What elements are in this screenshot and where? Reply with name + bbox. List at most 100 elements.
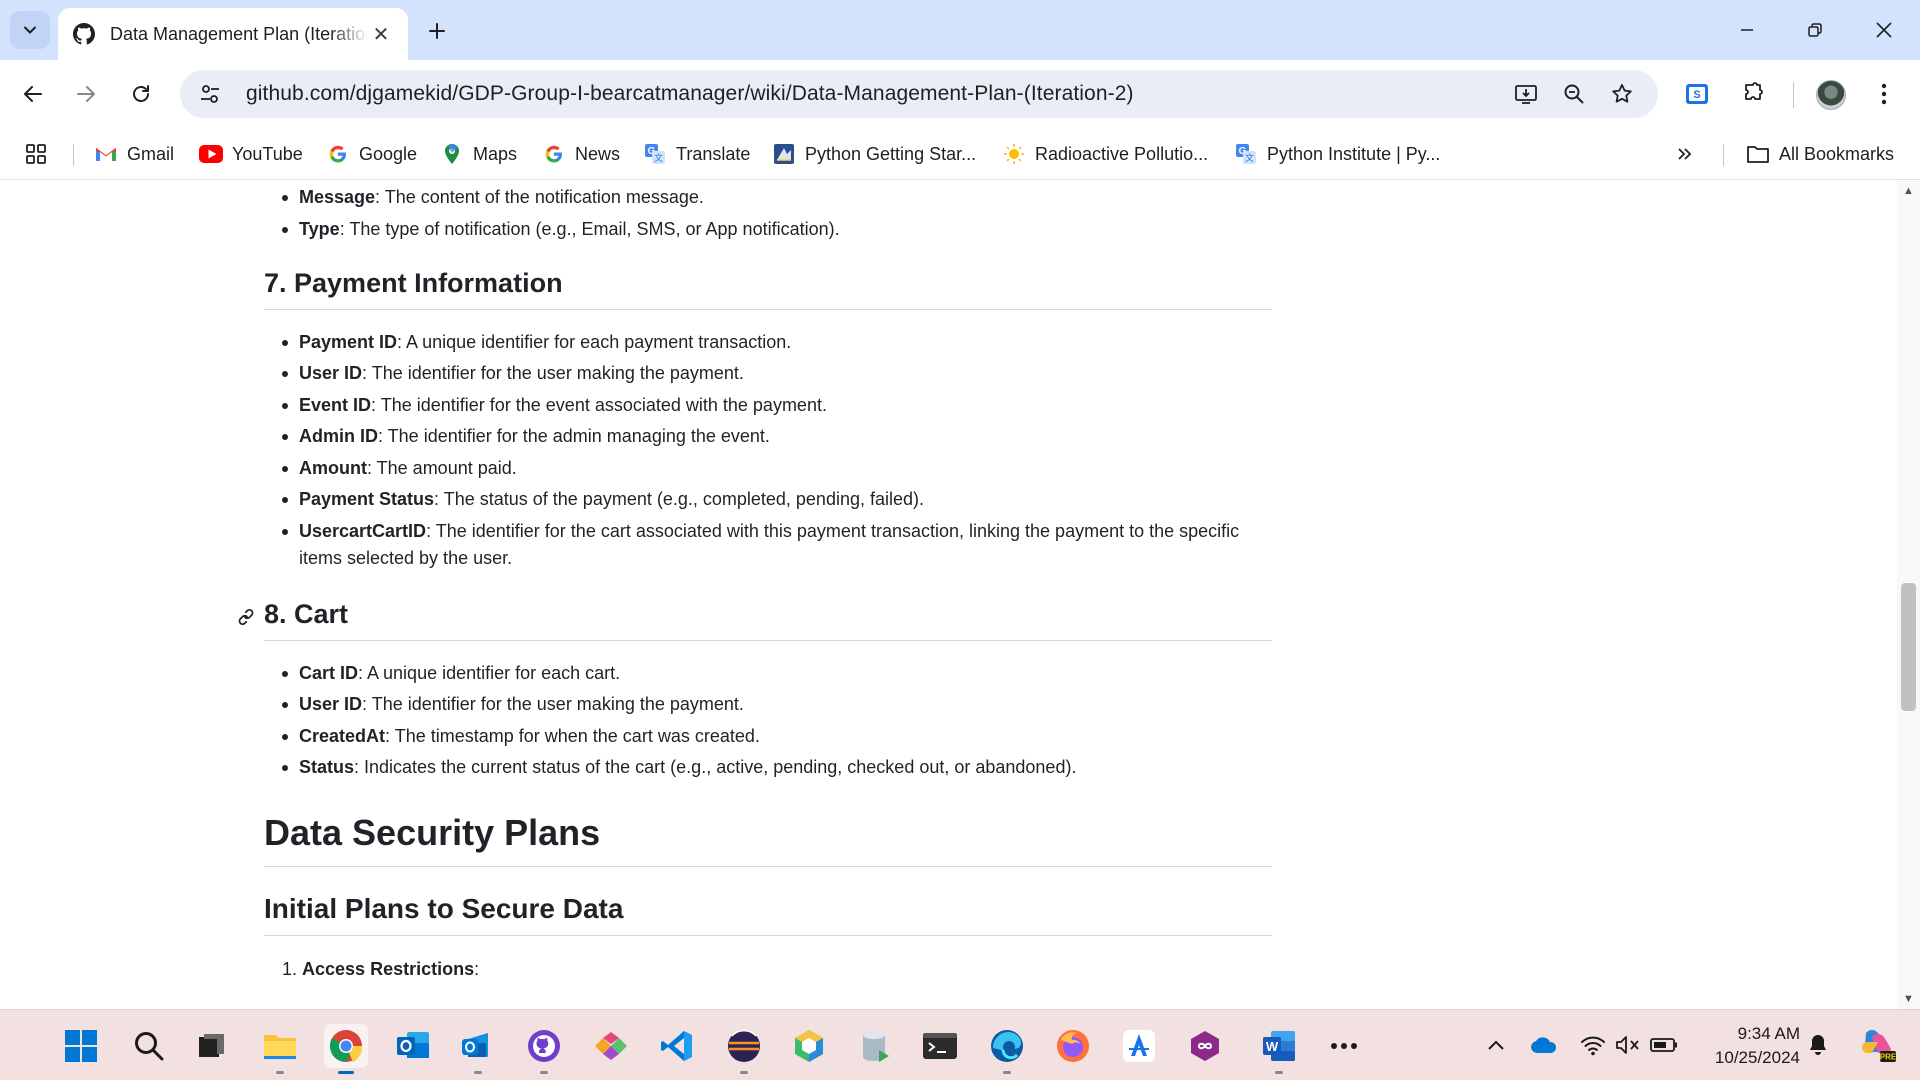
profile-avatar[interactable] (1816, 80, 1846, 110)
gitkraken-button[interactable] (589, 1024, 633, 1068)
word-button[interactable]: W (1257, 1024, 1301, 1074)
scrollbar-thumb[interactable] (1901, 583, 1916, 711)
file-explorer-button[interactable] (258, 1024, 302, 1074)
active-indicator (338, 1071, 354, 1074)
show-hidden-icons-button[interactable] (1481, 1030, 1511, 1060)
bookmark-youtube[interactable]: YouTube (199, 136, 303, 172)
scroll-down-arrow[interactable]: ▼ (1897, 989, 1920, 1009)
bookmark-radioactive-pollution[interactable]: Radioactive Pollutio... (1002, 136, 1208, 172)
link-icon[interactable] (236, 607, 256, 627)
outlook-button[interactable] (391, 1024, 435, 1068)
extensions-menu-button[interactable] (1735, 76, 1771, 112)
vscode-button[interactable] (655, 1024, 699, 1068)
more-horizontal-icon (1331, 1043, 1357, 1049)
page-scrollbar[interactable]: ▲ ▼ (1897, 181, 1920, 1009)
new-tab-button[interactable] (420, 14, 454, 48)
task-view-button[interactable] (189, 1024, 233, 1068)
close-window-button[interactable] (1864, 12, 1904, 48)
volume-button[interactable] (1613, 1030, 1643, 1060)
more-apps-button[interactable] (1322, 1024, 1366, 1068)
tab-search-button[interactable] (10, 11, 50, 49)
clock[interactable]: 9:34 AM 10/25/2024 (1696, 1022, 1800, 1070)
bookmark-python-institute[interactable]: G文 Python Institute | Py... (1234, 136, 1440, 172)
bookmark-news[interactable]: News (542, 136, 620, 172)
install-app-button[interactable] (1510, 78, 1542, 110)
windows-taskbar: W 9:34 AM 10/25/2024 PRE (0, 1009, 1920, 1080)
site-info-button[interactable] (186, 70, 234, 118)
field-description: : The timestamp for when the cart was cr… (385, 726, 760, 746)
copilot-button[interactable]: PRE (1857, 1030, 1897, 1062)
all-bookmarks-label: All Bookmarks (1779, 143, 1895, 164)
cube-app-button[interactable] (787, 1024, 831, 1068)
eclipse-button[interactable] (722, 1024, 766, 1074)
folder-icon (1746, 142, 1770, 166)
reload-button[interactable] (121, 74, 161, 114)
battery-button[interactable] (1649, 1030, 1679, 1060)
infinity-app-button[interactable] (1183, 1024, 1227, 1068)
field-description: : (474, 959, 480, 979)
bell-icon (1810, 1035, 1826, 1055)
bookmark-python-getting-started[interactable]: Python Getting Star... (772, 136, 976, 172)
cube-icon (795, 1030, 823, 1062)
zoom-button[interactable] (1558, 78, 1590, 110)
wifi-button[interactable] (1578, 1030, 1608, 1060)
firefox-button[interactable] (1051, 1024, 1095, 1068)
more-bookmarks-button[interactable] (1676, 136, 1694, 172)
bookmark-translate[interactable]: G文 Translate (643, 136, 750, 172)
field-description: : The type of notification (e.g., Email,… (339, 219, 840, 239)
app-store-button[interactable] (1117, 1024, 1161, 1068)
apps-button[interactable] (25, 136, 47, 172)
start-button[interactable] (59, 1024, 103, 1068)
close-tab-icon[interactable]: ✕ (368, 21, 394, 47)
section-heading-initial-plans: Initial Plans to Secure Data (264, 893, 1272, 936)
address-bar[interactable]: github.com/djgamekid/GDP-Group-I-bearcat… (180, 70, 1658, 118)
bookmark-label: Radioactive Pollutio... (1035, 143, 1209, 164)
scroll-up-arrow[interactable]: ▲ (1897, 181, 1920, 201)
field-name: Access Restrictions (302, 959, 475, 979)
field-description: : The content of the notification messag… (375, 187, 704, 207)
minimize-button[interactable] (1727, 12, 1767, 48)
bookmark-label: Google (359, 143, 418, 164)
bookmark-gmail[interactable]: Gmail (94, 136, 174, 172)
bookmark-star-button[interactable] (1606, 78, 1638, 110)
all-bookmarks-button[interactable]: All Bookmarks (1746, 136, 1894, 172)
browser-menu-button[interactable] (1866, 76, 1902, 112)
list-item: User ID: The identifier for the user mak… (264, 360, 1244, 387)
terminal-button[interactable] (918, 1024, 962, 1068)
svg-text:S: S (1693, 89, 1700, 101)
back-button[interactable] (13, 74, 53, 114)
outlook-new-button[interactable] (456, 1024, 500, 1074)
extension-app-icon: S (1686, 84, 1708, 104)
field-name: Admin ID (299, 426, 378, 446)
edge-button[interactable] (985, 1024, 1029, 1074)
list-item: UsercartCartID: The identifier for the c… (264, 518, 1244, 572)
list-item: CreatedAt: The timestamp for when the ca… (264, 723, 1244, 750)
onedrive-cloud-icon (1531, 1037, 1557, 1053)
database-app-button[interactable] (854, 1024, 898, 1068)
github-desktop-button[interactable] (522, 1024, 566, 1074)
field-description: : The identifier for the cart associated… (299, 521, 1240, 568)
bookmark-google[interactable]: Google (326, 136, 417, 172)
extension-button[interactable]: S (1679, 76, 1715, 112)
notifications-button[interactable] (1803, 1030, 1833, 1060)
section-heading-data-security: Data Security Plans (264, 812, 1272, 867)
list-item: Event ID: The identifier for the event a… (264, 392, 1244, 419)
compass-app-icon (1123, 1030, 1155, 1062)
search-button[interactable] (127, 1024, 171, 1068)
forward-button[interactable] (66, 74, 106, 114)
folder-icon (264, 1035, 296, 1059)
onedrive-button[interactable] (1529, 1030, 1559, 1060)
field-name: UsercartCartID (299, 521, 427, 541)
svg-text:W: W (1266, 1039, 1279, 1054)
section-heading-payment: 7. Payment Information (264, 268, 1272, 310)
active-tab[interactable]: Data Management Plan (Iteration-2) · djg… (58, 8, 408, 60)
youtube-icon (199, 142, 223, 166)
toolbar-divider (1793, 82, 1794, 108)
bookmark-maps[interactable]: Maps (440, 136, 517, 172)
tab-strip: Data Management Plan (Iteration-2) · djg… (0, 0, 1920, 60)
clock-time: 9:34 AM (1737, 1024, 1800, 1043)
restore-button[interactable] (1795, 12, 1835, 48)
chrome-taskbar-button[interactable] (324, 1024, 368, 1074)
svg-text:文: 文 (1245, 152, 1254, 163)
github-icon (72, 22, 96, 46)
